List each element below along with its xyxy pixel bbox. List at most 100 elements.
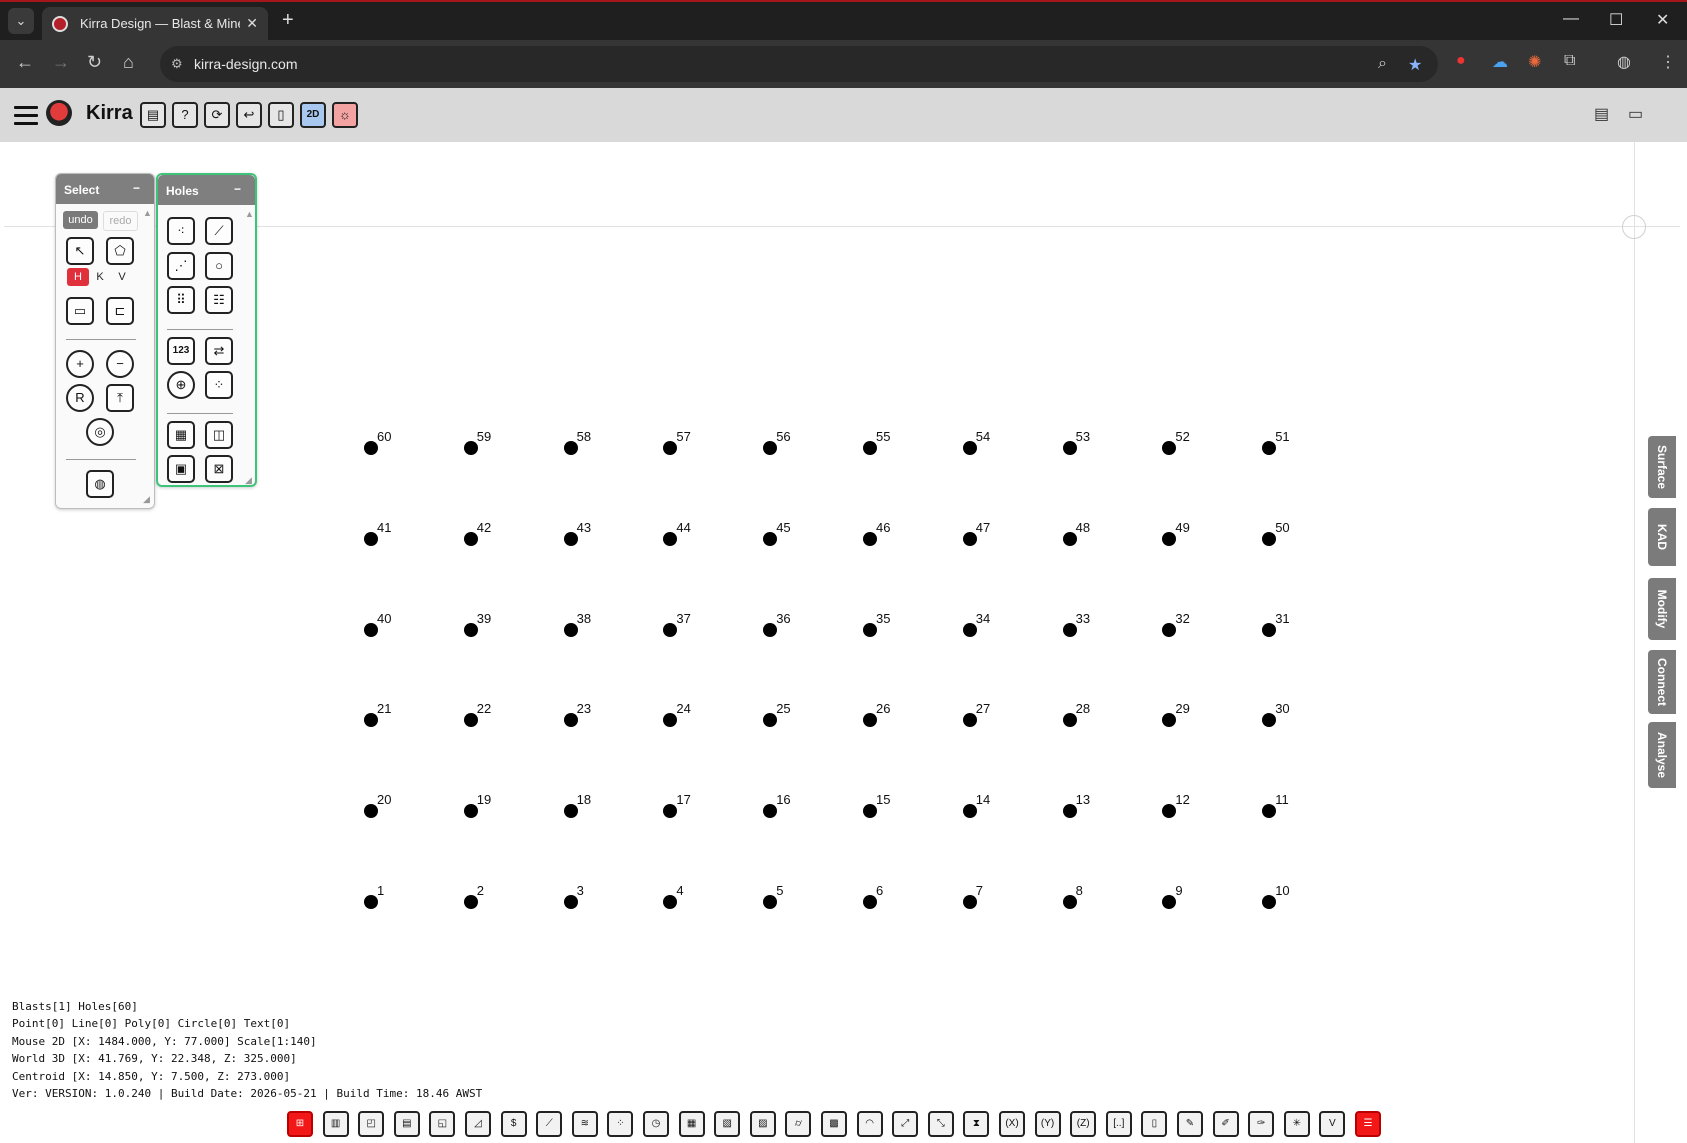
extensions-puzzle-icon[interactable]: ⧉	[1564, 52, 1575, 70]
site-info-icon[interactable]: ⚙	[171, 56, 183, 72]
forward-arrow-icon[interactable]: →	[52, 52, 70, 73]
reload-icon[interactable]: ↻	[87, 52, 102, 73]
blast-hole[interactable]	[1162, 804, 1177, 819]
blast-hole[interactable]	[763, 441, 778, 455]
x-easting-icon[interactable]: (X)	[999, 1111, 1025, 1137]
blast-hole[interactable]	[1262, 622, 1277, 637]
maximize-window-button[interactable]: ☐	[1609, 10, 1623, 30]
zoom-icon[interactable]: ⌕	[1378, 55, 1387, 73]
profile-avatar-icon[interactable]: ◍	[1617, 52, 1631, 72]
path-icon[interactable]: ≋	[571, 1111, 598, 1137]
tab-close-icon[interactable]: ✕	[246, 15, 258, 32]
list-icon[interactable]: ☰	[1355, 1111, 1381, 1137]
blast-hole[interactable]	[364, 622, 378, 637]
blast-hole[interactable]	[863, 804, 877, 819]
back-arrow-icon[interactable]: ←	[16, 52, 34, 73]
table-settings-icon[interactable]: ▦	[167, 421, 195, 449]
blast-hole[interactable]	[364, 441, 378, 455]
drawing-canvas[interactable]: 60 59 58 57 56 55 54 53 52 51 41 42 43 44 45 46 47 48 49 50…	[0, 142, 1687, 1143]
hamburger-menu-icon[interactable]	[14, 106, 38, 126]
blast-hole[interactable]	[1262, 531, 1277, 546]
blast-hole[interactable]	[1062, 622, 1077, 637]
blast-hole[interactable]	[1062, 531, 1077, 546]
h-toggle[interactable]: H	[67, 268, 89, 286]
blast-hole[interactable]	[1162, 531, 1177, 546]
scroll-up-arrow-icon[interactable]: ▲	[245, 209, 254, 219]
measure-area-icon[interactable]: ⊏	[106, 297, 134, 325]
arc-icon[interactable]: ◠	[856, 1111, 883, 1137]
blast-hole[interactable]	[563, 531, 578, 546]
delete-holes-icon[interactable]: ⊠	[205, 455, 233, 483]
blast-hole[interactable]	[364, 531, 378, 546]
pencil-icon[interactable]: ✐	[1212, 1111, 1239, 1137]
blast-hole[interactable]	[663, 531, 678, 546]
blast-hole[interactable]	[863, 622, 877, 637]
globe-settings-icon[interactable]: ◍	[86, 470, 114, 498]
hole-edit-icon[interactable]: ⊞	[287, 1111, 313, 1137]
k-toggle[interactable]: K	[89, 268, 111, 286]
blast-hole[interactable]	[962, 713, 977, 728]
add-pattern-grid-icon[interactable]: ⠿	[167, 286, 195, 314]
side-tab-kad[interactable]: KAD	[1648, 508, 1676, 566]
v-toggle[interactable]: V	[111, 268, 133, 286]
hole-burden-icon[interactable]: ▯	[1141, 1111, 1168, 1137]
blast-hole[interactable]	[962, 804, 977, 819]
tab-search-button[interactable]: ⌄	[8, 8, 34, 34]
y-northing-icon[interactable]: (Y)	[1034, 1111, 1061, 1137]
hole-list-icon[interactable]: ☷	[205, 286, 233, 314]
blast-hole[interactable]	[1262, 713, 1277, 728]
charge-icon[interactable]: ▩	[821, 1111, 847, 1137]
scatter-points-icon[interactable]: ⁘	[205, 371, 233, 399]
blast-hole[interactable]	[364, 713, 378, 728]
blast-hole[interactable]	[663, 804, 678, 819]
bookmark-star-icon[interactable]: ★	[1408, 55, 1422, 75]
blast-hole[interactable]	[463, 895, 478, 909]
blast-hole[interactable]	[1062, 895, 1077, 909]
notes-icon[interactable]: ▤	[1594, 104, 1609, 124]
connect-line-icon[interactable]: ⟋	[536, 1111, 563, 1137]
zoom-in-icon[interactable]: +	[66, 350, 94, 378]
browser-tab[interactable]: Kirra Design — Blast & Mine Design ✕	[42, 7, 268, 42]
blast-hole[interactable]	[563, 804, 578, 819]
blast-hole[interactable]	[463, 441, 478, 455]
blast-hole[interactable]	[1062, 804, 1077, 819]
blast-hole[interactable]	[563, 441, 578, 455]
home-icon[interactable]: ⌂	[123, 52, 134, 73]
blast-hole[interactable]	[1262, 895, 1277, 909]
measure-ruler-icon[interactable]: ▭	[66, 297, 94, 325]
bracket-icon[interactable]: [..]	[1105, 1111, 1132, 1137]
blast-hole[interactable]	[663, 441, 678, 455]
redo-button[interactable]: redo	[103, 211, 138, 231]
blast-hole[interactable]	[1062, 441, 1077, 455]
browser-menu-icon[interactable]: ⋮	[1660, 52, 1676, 72]
blast-hole[interactable]	[1162, 713, 1177, 728]
burst-extension-icon[interactable]: ✺	[1528, 52, 1541, 72]
blast-hole[interactable]	[463, 713, 478, 728]
resize-handle-icon[interactable]: ◢	[245, 475, 252, 486]
2d-view-button[interactable]: 2D	[300, 102, 326, 128]
holes-panel-header[interactable]: Holes −	[158, 175, 255, 205]
hole-bearing-icon[interactable]: ◿	[465, 1111, 491, 1137]
side-tab-connect[interactable]: Connect	[1648, 650, 1676, 714]
blast-hole[interactable]	[1162, 441, 1177, 455]
undo-button[interactable]: undo	[63, 211, 98, 229]
folder-icon[interactable]: ▭	[1628, 104, 1643, 124]
blast-hole[interactable]	[1162, 622, 1177, 637]
hole-length-icon[interactable]: ▥	[322, 1111, 349, 1137]
add-circle-holes-icon[interactable]: ○	[205, 252, 233, 280]
blast-hole[interactable]	[663, 713, 678, 728]
hole-subdrill-icon[interactable]: ◱	[429, 1111, 456, 1137]
help-icon[interactable]: ?	[172, 102, 198, 128]
side-tab-surface[interactable]: Surface	[1648, 436, 1676, 498]
hole-dollar-icon[interactable]: $	[500, 1111, 527, 1137]
add-polyline-holes-icon[interactable]: ⋰	[167, 252, 195, 280]
blast-hole[interactable]	[863, 531, 877, 546]
new-tab-button[interactable]: +	[282, 9, 294, 32]
blast-hole[interactable]	[1262, 804, 1277, 819]
crosshair-target-icon[interactable]: ⊕	[167, 371, 195, 399]
blast-hole[interactable]	[1062, 713, 1077, 728]
vector-icon[interactable]: ⤢	[892, 1111, 919, 1137]
blast-hole[interactable]	[463, 622, 478, 637]
hole-id-icon[interactable]: ▧	[714, 1111, 741, 1137]
scatter-icon[interactable]: ⁘	[607, 1111, 634, 1137]
